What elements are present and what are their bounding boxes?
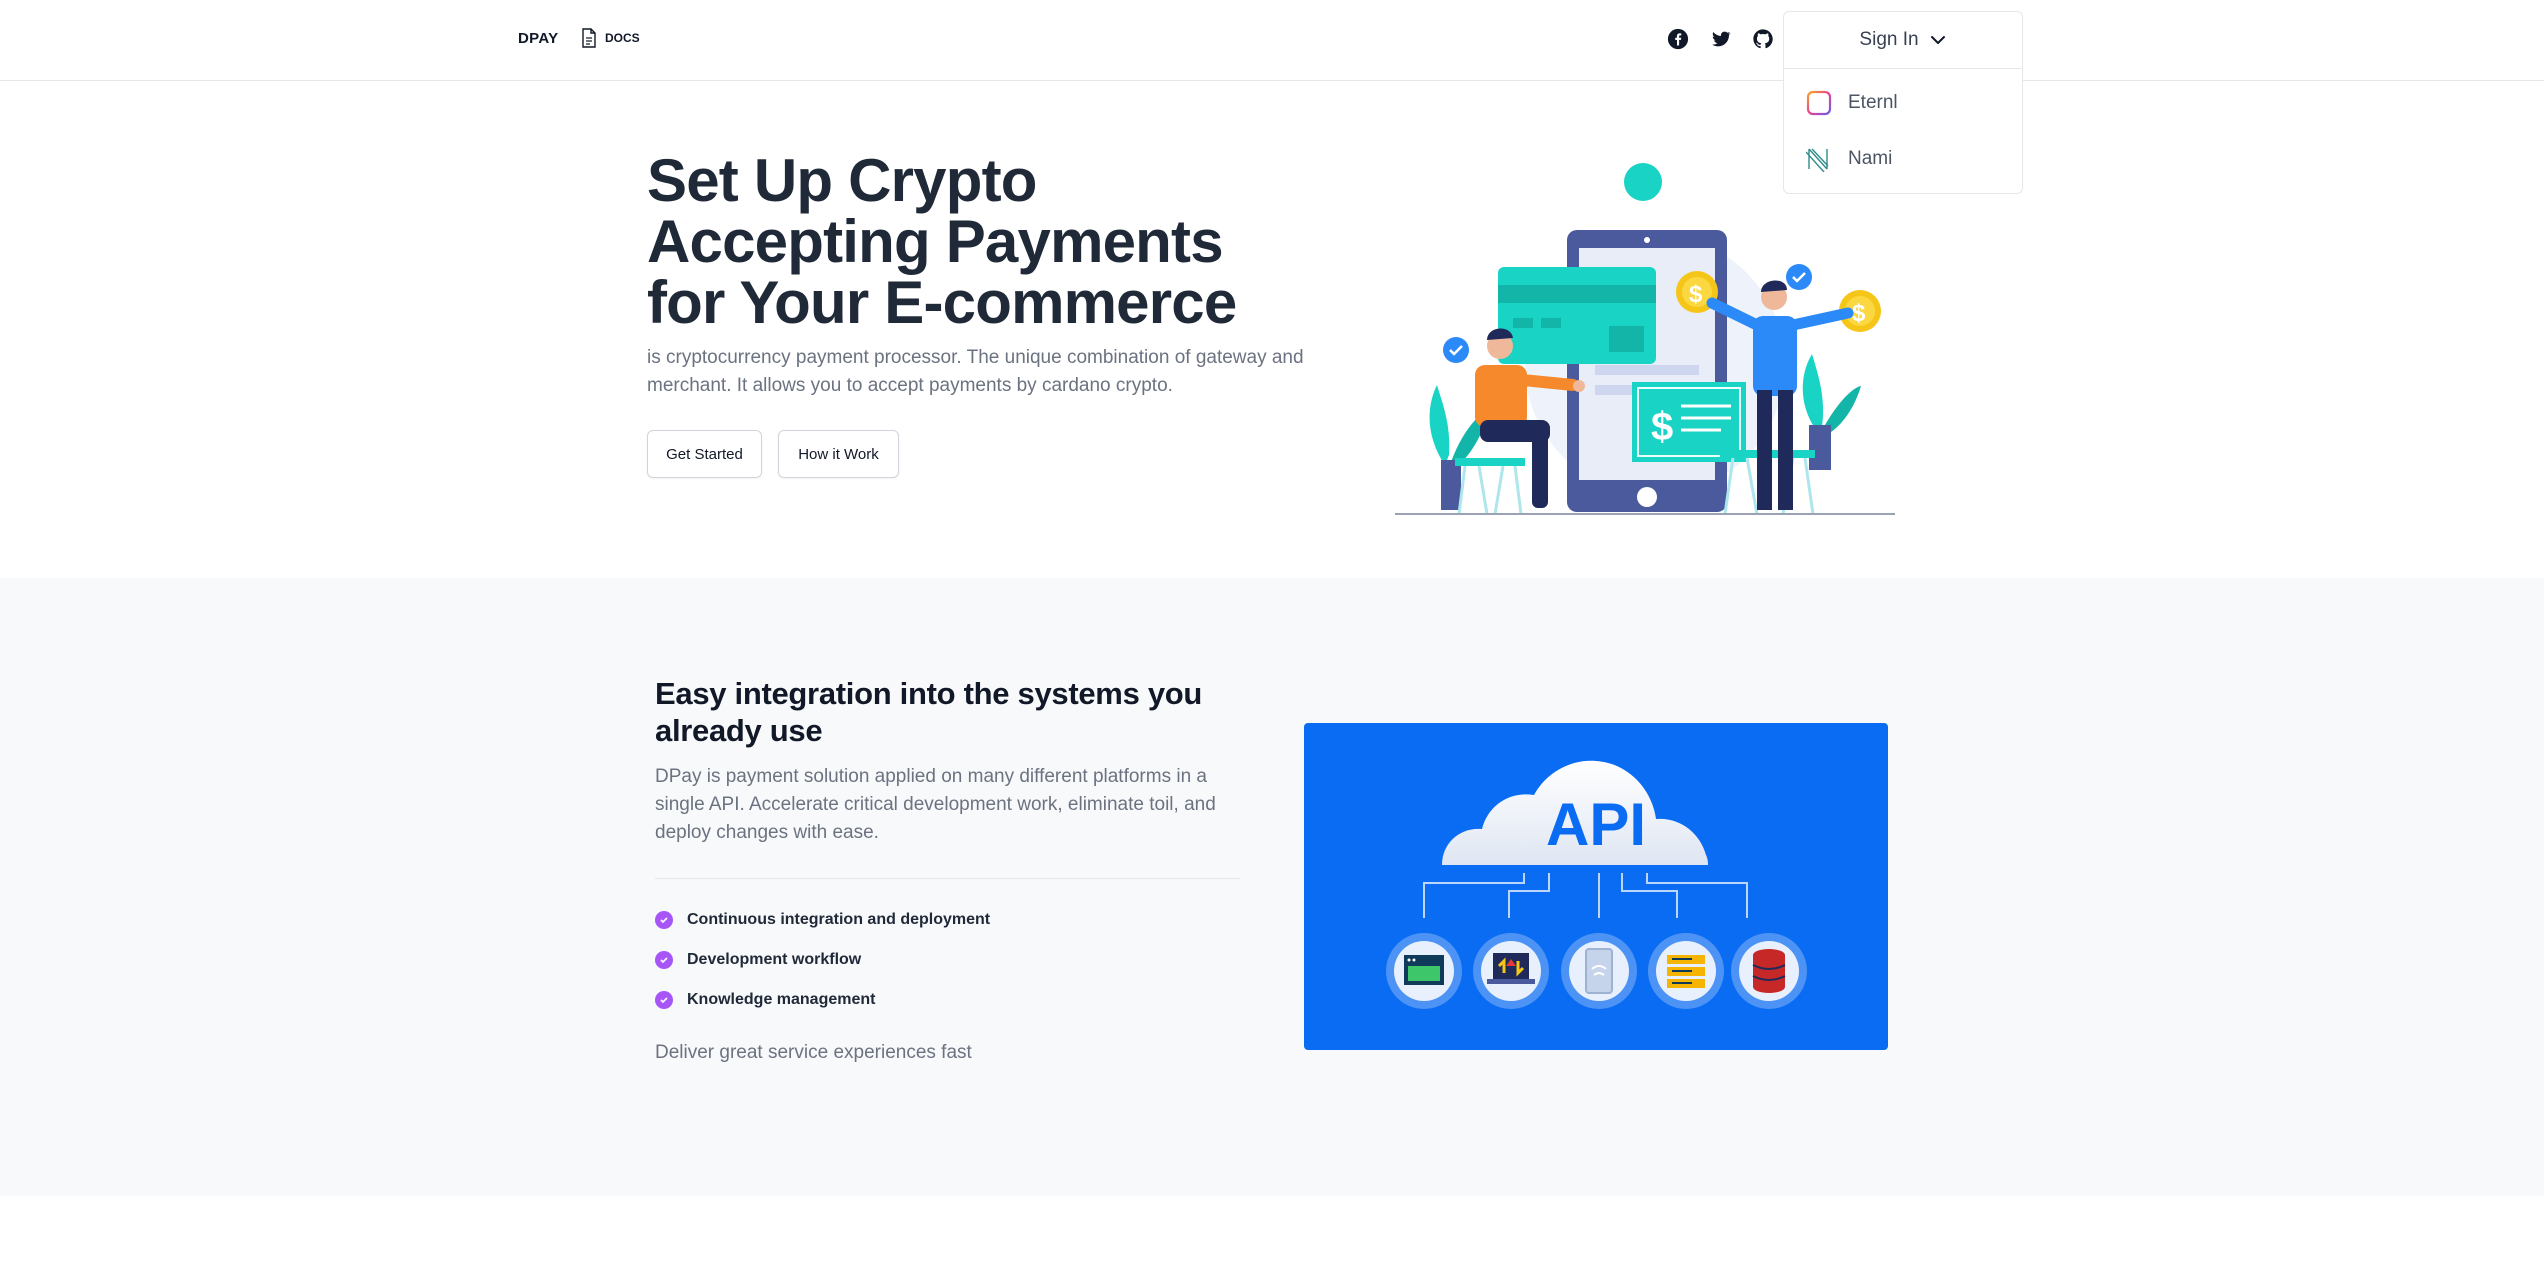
api-cloud-diagram: API — [1386, 760, 1807, 1009]
chevron-down-icon — [1930, 36, 1945, 44]
payment-illustration: $ $ $ — [1395, 163, 1895, 515]
how-it-work-button[interactable]: How it Work — [778, 430, 899, 478]
twitter-icon — [1712, 31, 1731, 47]
check-circle-icon — [655, 951, 673, 969]
integration-title: Easy integration into the systems you al… — [655, 676, 1203, 748]
signin-button[interactable]: Sign In — [1783, 11, 2023, 69]
feature-label: Development workflow — [687, 951, 862, 968]
svg-text:$: $ — [1852, 300, 1866, 327]
divider — [655, 878, 1240, 879]
check-circle-icon — [655, 991, 673, 1009]
brand-logo[interactable]: DPAY — [518, 30, 558, 47]
facebook-link[interactable] — [1667, 28, 1689, 50]
get-started-button[interactable]: Get Started — [647, 430, 762, 478]
top-navbar: DPAY DOCS Sign In Eternl Nami — [0, 0, 2544, 194]
wallet-option-eternl[interactable]: Eternl — [1784, 75, 2022, 131]
document-icon — [582, 28, 596, 48]
feature-item: Development workflow — [655, 951, 861, 969]
hero-title-line: Accepting Payments — [647, 208, 1224, 275]
hero-subtitle: is cryptocurrency payment processor. The… — [647, 347, 1304, 396]
hero-title-line: for Your E-commerce — [647, 269, 1237, 336]
docs-label: DOCS — [605, 31, 640, 45]
integration-section — [0, 578, 2544, 1196]
facebook-icon — [1667, 28, 1689, 50]
wallet-label: Eternl — [1848, 92, 1898, 113]
signin-label: Sign In — [1859, 29, 1919, 50]
twitter-link[interactable] — [1710, 28, 1732, 50]
svg-text:$: $ — [1689, 281, 1703, 308]
check-circle-icon — [655, 911, 673, 929]
integration-description: DPay is payment solution applied on many… — [655, 766, 1216, 843]
hero-title-line: Set Up Crypto — [647, 147, 1037, 214]
api-illustration: API — [1304, 723, 1888, 1050]
eternl-icon — [1806, 90, 1832, 116]
integration-footer: Deliver great service experiences fast — [655, 1042, 972, 1063]
feature-label: Continuous integration and deployment — [687, 911, 991, 928]
feature-label: Knowledge management — [687, 991, 876, 1008]
api-label: API — [1546, 791, 1646, 858]
docs-link[interactable]: DOCS — [581, 28, 640, 48]
svg-text:$: $ — [1651, 405, 1673, 449]
github-link[interactable] — [1752, 28, 1774, 50]
feature-item: Knowledge management — [655, 991, 875, 1009]
hero-title: Set Up Crypto Accepting Payments for You… — [647, 150, 1347, 333]
github-icon — [1753, 29, 1773, 49]
feature-item: Continuous integration and deployment — [655, 911, 990, 929]
